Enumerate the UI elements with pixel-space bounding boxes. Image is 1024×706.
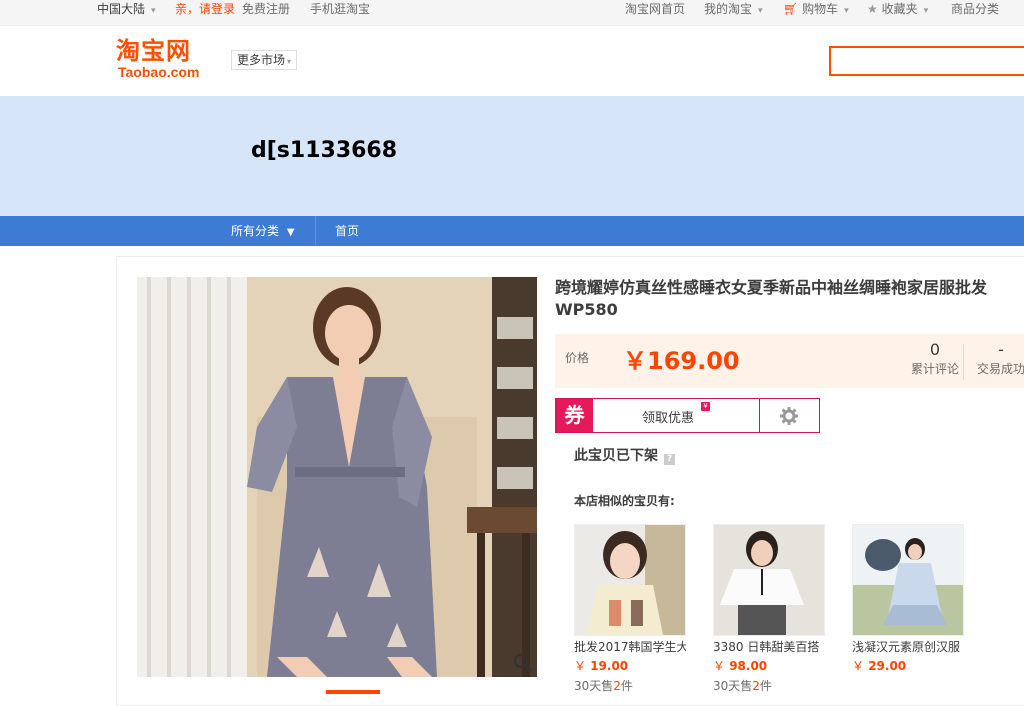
cart-menu[interactable]: 🛒︎ 购物车 ▾ xyxy=(783,0,849,18)
price-label: 价格 xyxy=(565,351,590,365)
shop-home-tab[interactable]: 首页 xyxy=(335,216,359,246)
all-categories-label: 所有分类 xyxy=(231,224,280,238)
login-link[interactable]: 亲，请登录 xyxy=(175,0,235,18)
nav-divider xyxy=(315,216,316,246)
thumbnail-active-indicator[interactable] xyxy=(326,690,380,694)
region-label: 中国大陆 xyxy=(97,2,146,16)
logo-chinese: 淘宝网 xyxy=(116,37,191,65)
sold-suffix: 件 xyxy=(620,679,633,693)
similar-item-name[interactable]: 浅凝汉元素原创汉服 xyxy=(852,639,964,656)
star-icon: ★ xyxy=(867,2,878,16)
similar-item-card[interactable]: 批发2017韩国学生大 ￥ 19.00 30天售2件 xyxy=(574,524,686,694)
caret-down-icon: ▼ xyxy=(286,227,295,238)
site-topbar: 中国大陆 ▾ 亲，请登录 免费注册 手机逛淘宝 淘宝网首页 我的淘宝 ▾ 🛒︎ 购物… xyxy=(0,0,1024,26)
register-link[interactable]: 免费注册 xyxy=(242,0,290,18)
claim-coupon-button[interactable]: 领取优惠 xyxy=(642,407,694,426)
reviews-stat[interactable]: 0 累计评论 xyxy=(903,340,967,378)
favorites-menu[interactable]: ★ 收藏夹 ▾ xyxy=(867,0,928,18)
chevron-down-icon: ▾ xyxy=(923,6,929,16)
coupon-bar: 券 领取优惠 ¥ xyxy=(555,398,820,433)
mobile-taobao-link[interactable]: 手机逛淘宝 xyxy=(310,0,370,18)
all-categories-tab[interactable]: 所有分类 ▼ xyxy=(231,216,295,246)
similar-item-image[interactable] xyxy=(574,524,686,636)
logo-english: Taobao.com xyxy=(118,64,200,80)
similar-item-sold: 30天售2件 xyxy=(713,678,825,694)
chevron-down-icon: ▾ xyxy=(287,57,292,66)
chevron-down-icon: ▾ xyxy=(151,6,156,16)
sold-suffix: 件 xyxy=(759,679,772,693)
cart-label: 购物车 xyxy=(802,2,839,16)
similar-items-title: 本店相似的宝贝有: xyxy=(574,494,675,508)
coupon-badge: 券 xyxy=(556,399,593,432)
sales-count: - xyxy=(998,340,1004,359)
similar-item-name[interactable]: 批发2017韩国学生大 xyxy=(574,639,686,656)
search-input[interactable] xyxy=(829,46,1024,76)
categories-link[interactable]: 商品分类 xyxy=(951,0,999,18)
chevron-down-icon: ▾ xyxy=(844,6,849,16)
currency-symbol: ￥ xyxy=(713,659,726,673)
gear-icon[interactable] xyxy=(779,406,799,426)
cart-icon: 🛒︎ xyxy=(783,2,799,16)
product-price: ￥169.00 xyxy=(623,347,740,375)
sold-count: 2 xyxy=(613,679,621,693)
similar-item-card[interactable]: 浅凝汉元素原创汉服 ￥ 29.00 xyxy=(852,524,964,678)
yen-badge-icon: ¥ xyxy=(701,402,710,411)
more-market-dropdown[interactable]: 更多市场 ▾ xyxy=(231,50,298,70)
similar-item-price: ￥ 98.00 xyxy=(713,658,825,675)
product-title: 跨境耀婷仿真丝性感睡衣女夏季新品中袖丝绸睡袍家居服批发WP580 xyxy=(555,278,988,319)
chevron-down-icon: ▾ xyxy=(758,6,763,16)
my-taobao-menu[interactable]: 我的淘宝 ▾ xyxy=(704,0,763,18)
favorites-label: 收藏夹 xyxy=(881,2,918,16)
shop-nav: 所有分类 ▼ 首页 xyxy=(0,216,1024,246)
similar-item-sold: 30天售2件 xyxy=(574,678,686,694)
similar-item-price: ￥ 19.00 xyxy=(574,658,686,675)
sold-count: 2 xyxy=(752,679,760,693)
sales-label: 交易成功 xyxy=(976,362,1024,376)
more-market-label: 更多市场 xyxy=(237,53,286,67)
similar-item-image[interactable] xyxy=(713,524,825,636)
stat-divider xyxy=(963,344,964,380)
taobao-home-link[interactable]: 淘宝网首页 xyxy=(625,0,685,18)
currency-symbol: ￥ xyxy=(852,659,865,673)
reviews-count: 0 xyxy=(929,340,941,359)
region-selector[interactable]: 中国大陆 ▾ xyxy=(97,0,156,18)
help-icon[interactable]: ? xyxy=(664,454,675,465)
similar-item-card[interactable]: 3380 日韩甜美百搭 ￥ 98.00 30天售2件 xyxy=(713,524,825,694)
price-panel: 价格 ￥169.00 0 累计评论 - 交易成功 xyxy=(555,334,1024,388)
product-photo xyxy=(137,277,537,677)
coupon-divider xyxy=(759,399,760,432)
offline-notice: 此宝贝已下架? xyxy=(574,445,675,465)
zoom-icon[interactable] xyxy=(512,652,534,674)
currency-symbol: ￥ xyxy=(574,659,587,673)
shop-banner: d[s1133668 xyxy=(0,96,1024,216)
product-main-image[interactable] xyxy=(137,277,537,677)
similar-item-price-value: 19.00 xyxy=(590,659,629,673)
reviews-label: 累计评论 xyxy=(910,362,959,376)
my-taobao-label: 我的淘宝 xyxy=(704,2,753,16)
taobao-logo[interactable]: 淘宝网 Taobao.com xyxy=(116,38,212,82)
shop-name: d[s1133668 xyxy=(251,138,398,163)
sales-stat: - 交易成功 xyxy=(973,340,1024,378)
offline-text: 此宝贝已下架 xyxy=(574,448,658,464)
site-header: 淘宝网 Taobao.com 更多市场 ▾ xyxy=(0,26,1024,96)
sold-prefix: 30天售 xyxy=(574,679,614,693)
similar-item-price-value: 29.00 xyxy=(868,659,907,673)
similar-item-price-value: 98.00 xyxy=(729,659,768,673)
similar-item-price: ￥ 29.00 xyxy=(852,658,964,675)
similar-item-name[interactable]: 3380 日韩甜美百搭 xyxy=(713,639,825,656)
sold-prefix: 30天售 xyxy=(713,679,753,693)
similar-item-image[interactable] xyxy=(852,524,964,636)
